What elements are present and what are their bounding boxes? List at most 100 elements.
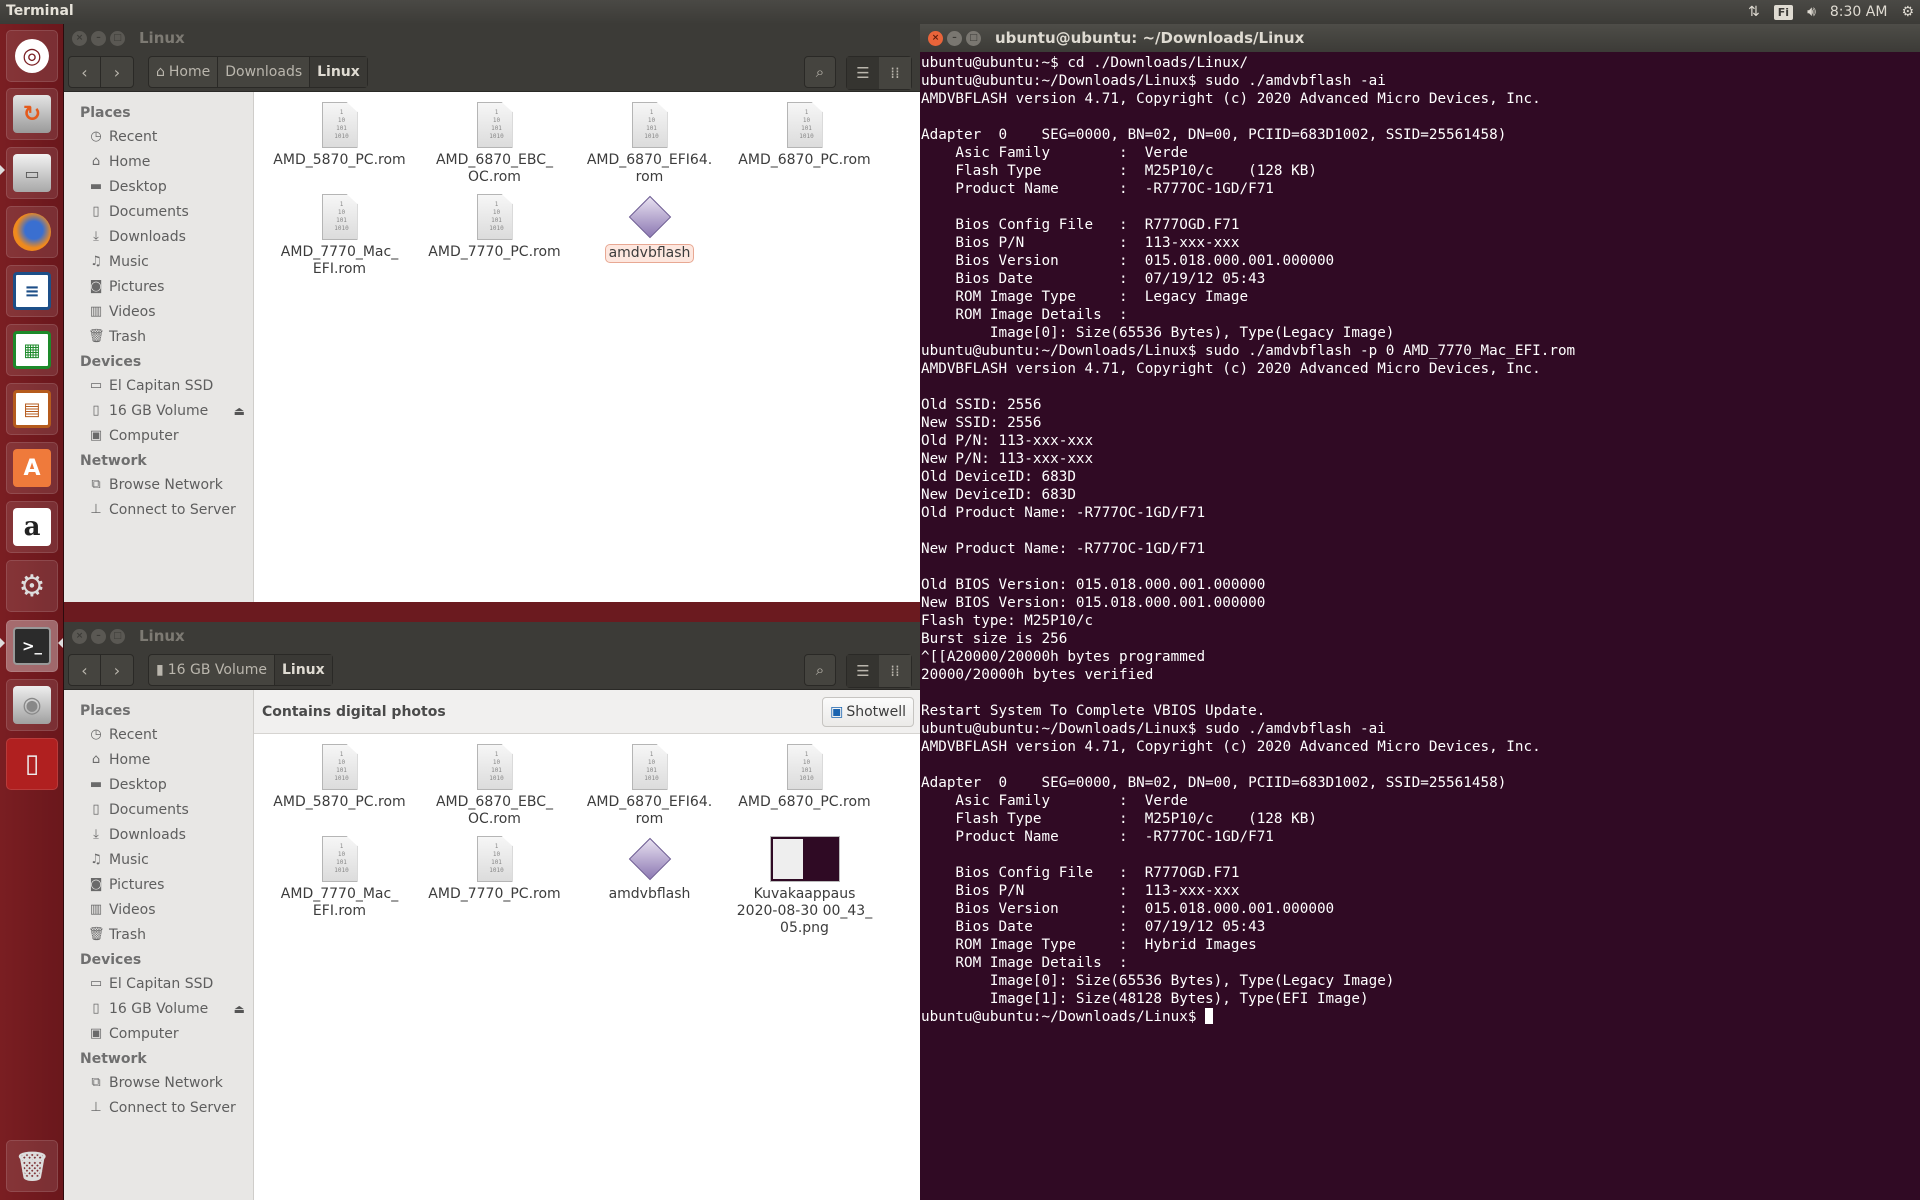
launcher-impress-button[interactable]: ▤ (6, 383, 58, 435)
network-indicator-icon[interactable]: ⇅ (1748, 4, 1760, 20)
terminal-line: 20000/20000h bytes verified (921, 667, 1154, 683)
sidebar-item-browse-network[interactable]: ⧉ Browse Network (64, 1070, 253, 1095)
sidebar-item-recent[interactable]: ◷ Recent (64, 124, 253, 149)
sidebar-item-el-capitan-ssd[interactable]: ▭ El Capitan SSD (64, 373, 253, 398)
launcher: ◎ ↻ ▭ ≡ ▦ ▤ A a ⚙ >_ ◉ ▯ 🗑︎ (0, 24, 64, 1200)
launcher-backups-button[interactable]: ↻ (6, 88, 58, 140)
keyboard-layout-indicator[interactable]: Fi (1773, 4, 1794, 20)
launcher-amazon-button[interactable]: a (6, 501, 58, 553)
forward-button[interactable]: › (101, 655, 133, 685)
file-item[interactable]: 1 10 101 1010 AMD_7770_Mac_ EFI.rom (262, 194, 417, 278)
minimize-button[interactable]: – (947, 30, 962, 46)
launcher-calc-button[interactable]: ▦ (6, 324, 58, 376)
sidebar-item-connect-to-server[interactable]: ⊥ Connect to Server (64, 497, 253, 522)
sidebar-item-computer[interactable]: ▣ Computer (64, 1021, 253, 1046)
sidebar-item-documents[interactable]: ▯ Documents (64, 199, 253, 224)
sidebar-item-pictures[interactable]: ◙ Pictures (64, 274, 253, 299)
session-gear-icon[interactable]: ⚙ (1901, 4, 1914, 20)
sidebar-item-pictures[interactable]: ◙ Pictures (64, 872, 253, 897)
back-button[interactable]: ‹ (69, 57, 101, 87)
file-item[interactable]: amdvbflash (572, 194, 727, 278)
eject-icon[interactable]: ⏏ (234, 1002, 245, 1016)
sidebar-item-downloads[interactable]: ⤓ Downloads (64, 822, 253, 847)
breadcrumb-linux[interactable]: Linux (310, 57, 367, 87)
terminal-output[interactable]: ubuntu@ubuntu:~$ cd ./Downloads/Linux/ub… (921, 54, 1920, 1200)
file-item[interactable]: 1 10 101 1010 AMD_6870_EFI64. rom (572, 102, 727, 186)
sidebar-item-videos[interactable]: ▥ Videos (64, 897, 253, 922)
sidebar-item-desktop[interactable]: ▬ Desktop (64, 772, 253, 797)
minimize-button[interactable]: – (91, 628, 106, 644)
clock[interactable]: 8:30 AM (1830, 4, 1888, 20)
sidebar-item-label: Desktop (109, 776, 167, 793)
server-icon: ⊥ (90, 502, 102, 517)
search-button[interactable]: ⌕ (804, 56, 836, 88)
sidebar-item-music[interactable]: ♫ Music (64, 249, 253, 274)
minimize-button[interactable]: – (91, 30, 106, 46)
breadcrumb-home[interactable]: ⌂ Home (149, 57, 219, 87)
sidebar-item-desktop[interactable]: ▬ Desktop (64, 174, 253, 199)
file-item[interactable]: 1 10 101 1010 AMD_6870_PC.rom (727, 102, 882, 186)
launcher-firefox-button[interactable] (6, 206, 58, 258)
maximize-button[interactable]: □ (966, 30, 981, 46)
sidebar-item-downloads[interactable]: ⤓ Downloads (64, 224, 253, 249)
file-item[interactable]: 1 10 101 1010 AMD_7770_PC.rom (417, 194, 572, 278)
open-shotwell-button[interactable]: ▣ Shotwell (822, 697, 914, 727)
breadcrumb-16gb-volume[interactable]: ▮ 16 GB Volume (149, 655, 275, 685)
file-item[interactable]: 1 10 101 1010 AMD_6870_EBC_ OC.rom (417, 102, 572, 186)
close-button[interactable]: × (72, 30, 87, 46)
maximize-button[interactable]: □ (110, 628, 125, 644)
sidebar-item-home[interactable]: ⌂ Home (64, 747, 253, 772)
file-item[interactable]: 1 10 101 1010 AMD_7770_Mac_ EFI.rom (262, 836, 417, 937)
forward-button[interactable]: › (101, 57, 133, 87)
window-titlebar[interactable]: × – □ Linux (64, 622, 920, 650)
eject-icon[interactable]: ⏏ (234, 404, 245, 418)
launcher-ssd-button[interactable]: ◉ (6, 679, 58, 731)
computer-icon: ▣ (89, 428, 103, 443)
launcher-settings-button[interactable]: ⚙ (6, 560, 58, 612)
breadcrumb-linux[interactable]: Linux (274, 655, 332, 685)
sidebar-item-trash[interactable]: 🗑︎ Trash (64, 324, 253, 349)
launcher-software-button[interactable]: A (6, 442, 58, 494)
launcher-terminal-button[interactable]: >_ (6, 620, 58, 672)
sidebar-item-home[interactable]: ⌂ Home (64, 149, 253, 174)
launcher-writer-button[interactable]: ≡ (6, 265, 58, 317)
launcher-dash-button[interactable]: ◎ (6, 30, 58, 82)
sidebar-item-browse-network[interactable]: ⧉ Browse Network (64, 472, 253, 497)
breadcrumb-downloads[interactable]: Downloads (218, 57, 311, 87)
maximize-button[interactable]: □ (110, 30, 125, 46)
list-view-button[interactable]: ☰ (847, 57, 879, 89)
file-item[interactable]: 1 10 101 1010 AMD_6870_EBC_ OC.rom (417, 744, 572, 828)
sidebar-item-recent[interactable]: ◷ Recent (64, 722, 253, 747)
window-titlebar[interactable]: × – □ Linux (64, 24, 920, 52)
file-item[interactable]: amdvbflash (572, 836, 727, 937)
grid-view-button[interactable]: ⁞⁞ (879, 655, 911, 687)
launcher-usb-button[interactable]: ▯ (6, 738, 58, 790)
volume-icon[interactable]: 🔊︎ (1807, 4, 1816, 20)
close-button[interactable]: × (72, 628, 87, 644)
file-item[interactable]: 1 10 101 1010 AMD_6870_PC.rom (727, 744, 882, 828)
terminal-prompt-line[interactable]: ubuntu@ubuntu:~/Downloads/Linux$ (921, 1008, 1920, 1026)
list-view-button[interactable]: ☰ (847, 655, 879, 687)
text-cursor (1205, 1008, 1214, 1024)
sidebar-item-trash[interactable]: 🗑︎ Trash (64, 922, 253, 947)
launcher-files-button[interactable]: ▭ (6, 147, 58, 199)
sidebar-item-music[interactable]: ♫ Music (64, 847, 253, 872)
file-item[interactable]: 1 10 101 1010 AMD_7770_PC.rom (417, 836, 572, 937)
sidebar-item-videos[interactable]: ▥ Videos (64, 299, 253, 324)
launcher-trash-button[interactable]: 🗑︎ (6, 1140, 58, 1192)
sidebar-item-connect-to-server[interactable]: ⊥ Connect to Server (64, 1095, 253, 1120)
close-button[interactable]: × (928, 30, 943, 46)
search-button[interactable]: ⌕ (804, 654, 836, 686)
sidebar-item-computer[interactable]: ▣ Computer (64, 423, 253, 448)
sidebar-item-16-gb-volume[interactable]: ▯ 16 GB Volume ⏏ (64, 398, 253, 423)
file-item[interactable]: Kuvakaappaus 2020-08-30 00_43_ 05.png (727, 836, 882, 937)
back-button[interactable]: ‹ (69, 655, 101, 685)
window-titlebar[interactable]: × – □ ubuntu@ubuntu: ~/Downloads/Linux (920, 24, 1920, 52)
grid-view-button[interactable]: ⁞⁞ (879, 57, 911, 89)
file-item[interactable]: 1 10 101 1010 AMD_5870_PC.rom (262, 102, 417, 186)
sidebar-item-el-capitan-ssd[interactable]: ▭ El Capitan SSD (64, 971, 253, 996)
sidebar-item-documents[interactable]: ▯ Documents (64, 797, 253, 822)
sidebar-item-16-gb-volume[interactable]: ▯ 16 GB Volume ⏏ (64, 996, 253, 1021)
file-item[interactable]: 1 10 101 1010 AMD_5870_PC.rom (262, 744, 417, 828)
file-item[interactable]: 1 10 101 1010 AMD_6870_EFI64. rom (572, 744, 727, 828)
